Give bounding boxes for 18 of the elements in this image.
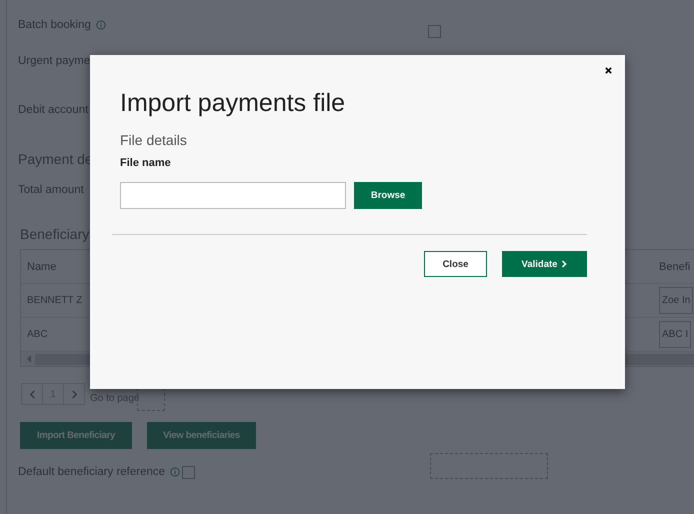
table-cell: BENNETT Z xyxy=(27,295,82,306)
file-name-field[interactable] xyxy=(120,182,346,209)
field-label: File name xyxy=(120,157,172,169)
table-cell: ABC xyxy=(27,329,48,340)
close-button[interactable]: Close xyxy=(424,251,487,277)
close-icon[interactable] xyxy=(604,66,613,75)
field-label: Urgent payme xyxy=(18,55,90,67)
dialog-title: Import payments file xyxy=(120,89,346,118)
field-label: Total amount xyxy=(18,184,84,196)
validate-button[interactable]: Validate xyxy=(502,251,587,277)
chevron-right-icon xyxy=(561,260,568,268)
field-label: Batch booking xyxy=(18,19,91,31)
column-header: Name xyxy=(27,260,56,272)
section-heading: File details xyxy=(120,132,188,148)
column-header: Benefi xyxy=(659,260,692,272)
browse-button[interactable]: Browse xyxy=(354,182,422,209)
field-label: Debit account xyxy=(18,104,88,116)
field-label: Default beneficiary reference xyxy=(18,466,166,478)
